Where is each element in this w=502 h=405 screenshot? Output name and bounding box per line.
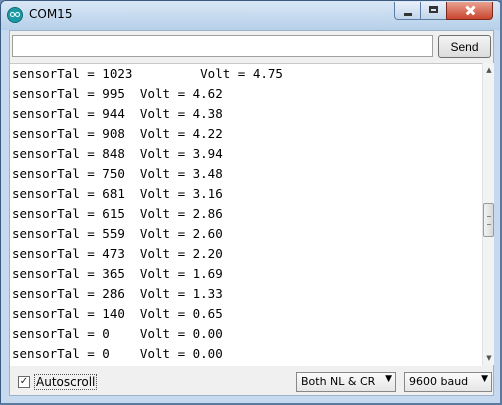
serial-output[interactable]: sensorTal = 1023 Volt = 4.75 sensorTal = … [10, 63, 482, 366]
serial-monitor-window: COM15 Send sensorTal = 1023 Volt = 4.75 s… [0, 0, 502, 405]
title-bar[interactable]: COM15 [1, 1, 501, 30]
scroll-up-icon[interactable]: ▲ [484, 65, 494, 75]
checkmark-icon: ✓ [19, 376, 29, 387]
arduino-icon [7, 7, 23, 23]
output-line: sensorTal = 140 Volt = 0.65 [12, 306, 223, 321]
close-button[interactable] [446, 2, 493, 20]
output-line: sensorTal = 944 Volt = 4.38 [12, 106, 223, 121]
baud-rate-select[interactable]: 9600 baud ▼ [404, 372, 492, 392]
maximize-button[interactable] [420, 2, 447, 20]
send-button[interactable]: Send [438, 35, 491, 58]
chevron-down-icon: ▼ [481, 374, 488, 384]
window-title: COM15 [29, 7, 73, 21]
autoscroll-label[interactable]: Autoscroll [34, 374, 98, 390]
baud-rate-value: 9600 baud [409, 375, 469, 388]
vertical-scrollbar[interactable]: ▲ ▼ [482, 63, 494, 365]
minimize-button[interactable] [394, 2, 421, 20]
client-area: Send sensorTal = 1023 Volt = 4.75 sensorT… [9, 30, 494, 396]
output-line: sensorTal = 559 Volt = 2.60 [12, 226, 223, 241]
status-bar: ✓ Autoscroll Both NL & CR ▼ 9600 baud ▼ [10, 367, 493, 395]
output-line: sensorTal = 0 Volt = 0.00 [12, 346, 223, 361]
send-input[interactable] [12, 35, 433, 57]
autoscroll-checkbox[interactable]: ✓ [18, 376, 30, 388]
output-line: sensorTal = 615 Volt = 2.86 [12, 206, 223, 221]
output-line: sensorTal = 286 Volt = 1.33 [12, 286, 223, 301]
output-line: sensorTal = 0 Volt = 0.00 [12, 326, 223, 341]
output-line: sensorTal = 473 Volt = 2.20 [12, 246, 223, 261]
output-line: sensorTal = 908 Volt = 4.22 [12, 126, 223, 141]
output-line: sensorTal = 681 Volt = 3.16 [12, 186, 223, 201]
output-line: sensorTal = 848 Volt = 3.94 [12, 146, 223, 161]
output-line: sensorTal = 365 Volt = 1.69 [12, 266, 223, 281]
output-line: sensorTal = 750 Volt = 3.48 [12, 166, 223, 181]
chevron-down-icon: ▼ [385, 374, 392, 384]
output-line: sensorTal = 1023 Volt = 4.75 [12, 66, 283, 81]
scroll-thumb[interactable] [483, 203, 494, 237]
line-ending-value: Both NL & CR [301, 375, 376, 388]
line-ending-select[interactable]: Both NL & CR ▼ [296, 372, 396, 392]
scroll-down-icon[interactable]: ▼ [484, 353, 494, 363]
output-line: sensorTal = 995 Volt = 4.62 [12, 86, 223, 101]
